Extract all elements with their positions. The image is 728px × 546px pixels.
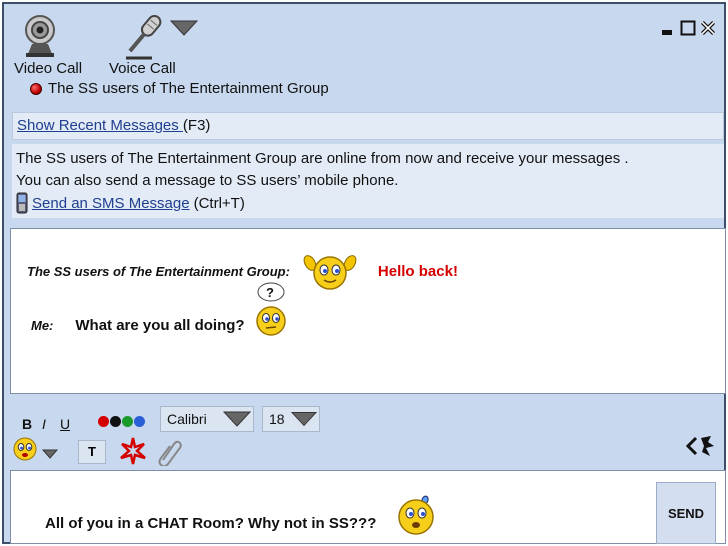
message-text: What are you all doing? — [75, 316, 245, 334]
color-swatch[interactable] — [122, 416, 133, 427]
minimize-icon — [662, 30, 672, 35]
message-sender: Me: — [31, 317, 54, 333]
nudge-icon — [120, 437, 146, 465]
sms-line: Send an SMS Message (Ctrl+T) — [16, 192, 720, 214]
emoji-button[interactable] — [12, 436, 58, 462]
color-swatch[interactable] — [134, 416, 145, 427]
chat-message: The SS users of The Entertainment Group:… — [27, 251, 458, 291]
voice-call-label: Voice Call — [109, 60, 176, 77]
color-swatch[interactable] — [110, 416, 121, 427]
voice-call-button[interactable] — [112, 12, 168, 65]
mobile-phone-icon — [16, 192, 28, 214]
font-size-value: 18 — [269, 411, 285, 427]
attach-file-button[interactable] — [156, 438, 182, 471]
show-recent-messages-link[interactable]: Show Recent Messages — [17, 117, 183, 134]
maximize-button[interactable] — [680, 20, 696, 36]
underline-button[interactable]: U — [60, 416, 70, 432]
notice-line-1: The SS users of The Entertainment Group … — [16, 150, 629, 167]
toolbar: Video Call Voice Call The SS users of Th… — [12, 10, 720, 106]
chevron-down-icon — [42, 449, 58, 459]
chat-window: Video Call Voice Call The SS users of Th… — [2, 2, 726, 544]
recent-messages-bar: Show Recent Messages (F3) — [12, 112, 724, 140]
microphone-icon — [126, 14, 162, 60]
minimize-button[interactable] — [660, 20, 676, 36]
webcam-icon — [25, 15, 55, 57]
nudge-button[interactable] — [120, 436, 146, 471]
contact-name: The SS users of The Entertainment Group — [48, 80, 329, 97]
font-family-value: Calibri — [167, 411, 207, 427]
font-family-select[interactable]: Calibri — [160, 406, 254, 432]
formatting-toolbar: B I U Calibri 18 T — [12, 402, 724, 468]
message-sender: The SS users of The Entertainment Group: — [27, 263, 290, 279]
close-button[interactable] — [700, 20, 716, 36]
font-size-select[interactable]: 18 — [262, 406, 320, 432]
smiley-icon — [13, 437, 37, 461]
chevron-down-icon — [223, 411, 251, 427]
maximize-icon — [680, 20, 696, 36]
chat-history: The SS users of The Entertainment Group:… — [10, 228, 726, 394]
italic-button[interactable]: I — [42, 416, 46, 432]
confused-smiley-icon — [398, 495, 434, 535]
window-controls — [660, 20, 716, 36]
close-icon — [700, 20, 716, 36]
send-button[interactable]: SEND — [656, 482, 716, 544]
video-call-label: Video Call — [14, 60, 83, 77]
chat-message: Me: What are you all doing? ? — [31, 282, 291, 339]
font-color-picker[interactable] — [98, 416, 145, 427]
waving-smiley-icon — [303, 255, 357, 290]
confused-smiley-icon: ? — [255, 282, 286, 336]
sms-shortcut: (Ctrl+T) — [193, 194, 245, 212]
paperclip-icon — [158, 440, 182, 468]
svg-text:?: ? — [266, 285, 274, 300]
collapse-icon — [685, 436, 714, 456]
text-style-button[interactable]: T — [78, 440, 106, 464]
online-status-icon — [30, 82, 42, 95]
notice-panel: The SS users of The Entertainment Group … — [12, 144, 724, 218]
message-input[interactable]: All of you in a CHAT Room? Why not in SS… — [10, 470, 726, 544]
video-call-button[interactable] — [18, 12, 62, 63]
chevron-down-icon — [291, 412, 317, 427]
notice-line-2: You can also send a message to SS users’… — [16, 172, 399, 189]
chevron-down-icon — [169, 20, 199, 36]
message-text: Hello back! — [377, 262, 458, 280]
collapse-panel-button[interactable] — [684, 432, 718, 465]
contact-status: The SS users of The Entertainment Group — [30, 80, 329, 97]
message-input-text: All of you in a CHAT Room? Why not in SS… — [45, 515, 377, 532]
color-swatch[interactable] — [98, 416, 109, 427]
recent-shortcut: (F3) — [182, 117, 211, 134]
voice-call-dropdown[interactable] — [169, 20, 199, 41]
send-sms-link[interactable]: Send an SMS Message — [32, 195, 190, 212]
bold-button[interactable]: B — [22, 416, 32, 432]
